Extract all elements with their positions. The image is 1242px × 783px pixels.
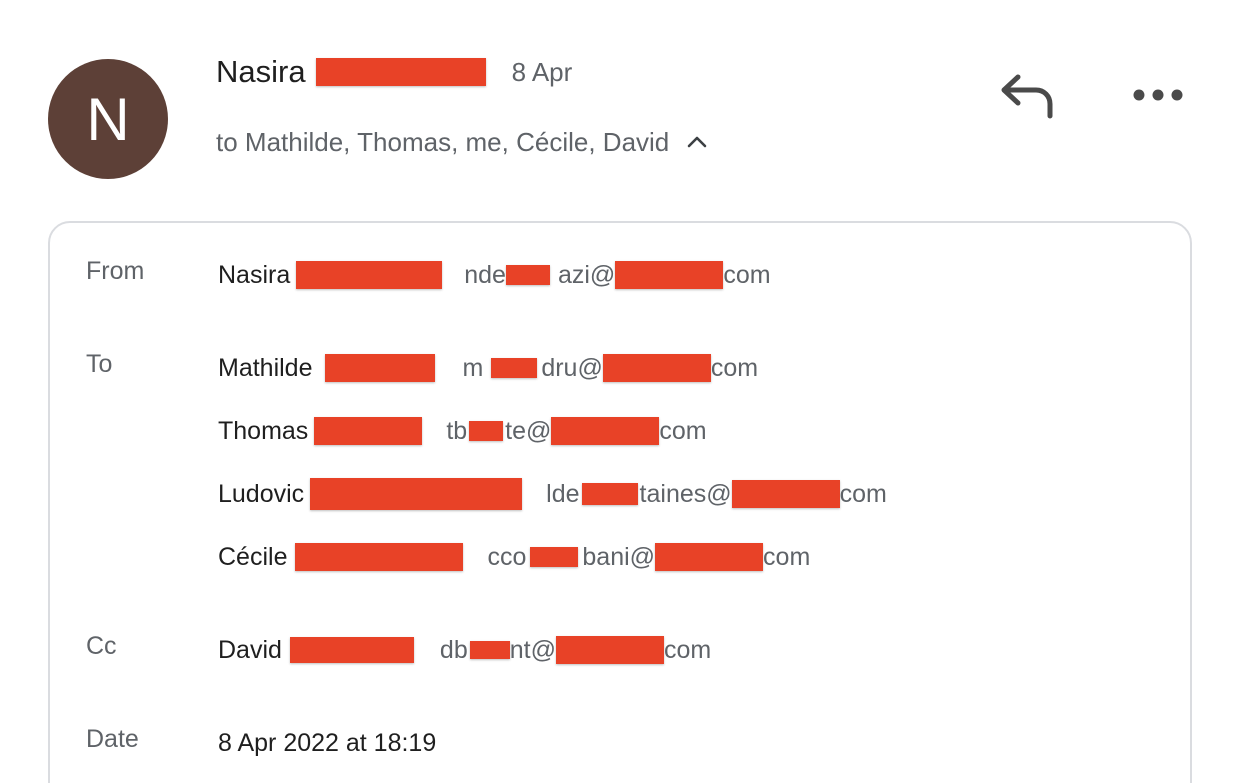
to-email: lde taines@ com [546,480,887,509]
chevron-up-icon[interactable] [685,130,709,154]
redaction-box [469,421,504,441]
redaction-box [530,547,579,567]
email-fragment: com [763,542,811,571]
cc-name: David [218,635,282,664]
redaction-box [555,636,664,664]
redaction-box [581,483,638,505]
cc-entry[interactable]: David db nt@ com [218,632,711,668]
redaction-box [551,417,660,445]
email-fragment: cco [487,542,527,571]
redaction-box [310,478,523,510]
email-fragment: nt@ [509,635,556,664]
email-fragment: bani@ [582,542,656,571]
redaction-box [731,480,840,508]
redaction-box [296,261,443,289]
redaction-box [295,543,464,571]
to-email: cco bani@ com [487,543,810,572]
reply-icon[interactable] [998,72,1056,120]
from-email: nde azi@ com [464,260,771,290]
to-entry[interactable]: Cécile cco bani@ com [218,539,810,575]
message-date: 8 Apr [511,56,573,87]
email-fragment: te@ [505,416,552,445]
email-fragment: com [839,479,887,508]
email-fragment: lde [546,479,580,508]
from-entry[interactable]: Nasira nde azi@ com [218,257,771,293]
sender-line: Nasira 8 Apr [216,52,572,92]
date-value: 8 Apr 2022 at 18:19 [218,728,437,757]
message-details-panel: From Nasira nde azi@ com To Mathilde m d… [48,221,1192,783]
from-label: From [86,257,145,285]
avatar-letter: N [86,85,130,153]
redaction-box [491,358,538,378]
to-email: tb te@ com [446,416,707,446]
to-name: Mathilde [218,353,313,382]
to-entry[interactable]: Mathilde m dru@ com [218,350,758,386]
redaction-box [324,354,435,382]
email-fragment: azi@ [557,260,616,289]
email-fragment: com [710,353,759,382]
recipients-summary: to Mathilde, Thomas, me, Cécile, David [216,126,670,157]
cc-email: db nt@ com [440,636,711,665]
email-fragment: com [659,416,707,445]
from-name: Nasira [218,260,291,289]
email-fragment: com [723,260,771,289]
recipients-summary-toggle[interactable]: to Mathilde, Thomas, me, Cécile, David [216,124,709,160]
email-fragment: taines@ [639,479,732,508]
to-name: Ludovic [218,479,305,508]
redaction-box [469,641,510,659]
email-fragment: dru@ [541,353,603,382]
to-entry[interactable]: Ludovic lde taines@ com [218,476,887,512]
redaction-box [655,543,764,571]
redaction-box [602,354,711,382]
email-fragment: tb [446,416,468,445]
email-message-view: N Nasira 8 Apr to Mathilde, Thomas, me, … [0,0,1242,783]
to-entry[interactable]: Thomas tb te@ com [218,413,707,449]
sender-name[interactable]: Nasira [216,54,306,90]
date-entry: 8 Apr 2022 at 18:19 [218,725,436,761]
to-name: Cécile [218,542,288,571]
redaction-box [505,265,550,285]
to-name: Thomas [218,416,309,445]
cc-label: Cc [86,632,117,660]
redaction-box [314,417,423,445]
redaction-box [615,261,724,289]
to-label: To [86,350,113,378]
email-fragment: com [663,635,712,664]
date-label: Date [86,725,139,753]
email-fragment: db [439,635,468,664]
more-horizontal-icon[interactable] [1130,82,1186,108]
sender-avatar[interactable]: N [48,59,168,179]
redaction-box [315,58,486,86]
email-fragment: m [462,353,484,382]
to-email: m dru@ com [462,353,759,383]
redaction-box [289,637,414,663]
email-fragment: nde [464,260,506,289]
